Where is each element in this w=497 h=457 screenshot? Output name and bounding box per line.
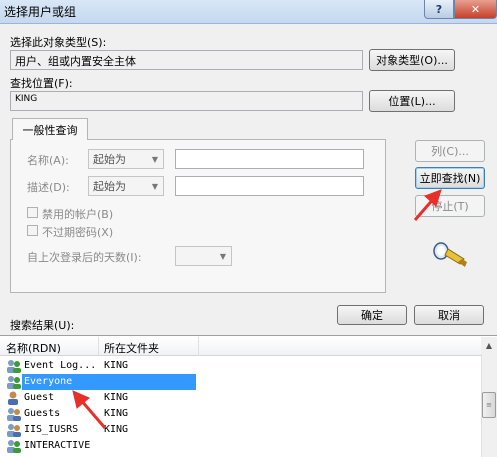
object-type-label: 选择此对象类型(S): [10,36,107,49]
name-operator-select[interactable]: 起始为 ▼ [88,149,164,169]
row-name: Guests [24,408,61,419]
name-input[interactable] [175,149,364,169]
row-name: Everyone [24,376,73,387]
locations-button[interactable]: 位置(L)... [369,90,455,112]
column-divider[interactable] [198,337,199,356]
table-row[interactable]: Event Log... KING [0,358,481,374]
table-row[interactable]: Guest KING [0,390,481,406]
column-header-name[interactable]: 名称(RDN) [6,340,61,356]
columns-button[interactable]: 列(C)... [415,140,485,162]
location-field: KING [10,91,363,111]
table-row[interactable]: Guests KING [0,406,481,422]
column-divider[interactable] [98,337,99,356]
table-row[interactable]: INTERACTIVE [0,438,481,454]
search-flashlight-icon [433,242,467,267]
table-row[interactable]: Everyone [0,374,481,390]
help-button[interactable]: ? [424,0,454,19]
name-label: 名称(A): [27,154,69,167]
chevron-down-icon: ▼ [151,181,159,191]
object-types-button[interactable]: 对象类型(O)... [369,49,455,71]
cancel-button[interactable]: 取消 [414,305,484,325]
chevron-down-icon: ▼ [219,251,227,261]
days-since-logon-label: 自上次登录后的天数(I): [27,251,142,264]
description-label: 描述(D): [27,181,70,194]
close-icon: ✕ [470,2,481,16]
days-since-logon-select[interactable]: ▼ [175,246,232,266]
row-folder: KING [104,392,129,403]
results-header [0,337,481,356]
name-operator-value: 起始为 [93,153,126,166]
user-group-icon [7,440,21,453]
ok-button[interactable]: 确定 [337,305,407,325]
location-label: 查找位置(F): [10,77,73,90]
question-icon: ? [435,2,443,16]
find-now-button[interactable]: 立即查找(N) [415,167,485,189]
close-button[interactable]: ✕ [454,0,497,19]
window-title: 选择用户或组 [4,5,77,19]
chevron-down-icon: ▼ [151,154,159,164]
object-type-field: 用户、组或内置安全主体 [10,50,363,70]
row-folder: KING [104,408,129,419]
disabled-accounts-label: 禁用的帐户(B) [42,208,114,221]
search-results-label: 搜索结果(U): [10,319,75,332]
user-group-icon [7,376,21,389]
user-group-icon [7,408,21,421]
non-expiring-password-checkbox[interactable] [27,225,38,236]
scroll-thumb[interactable]: ≡ [482,392,496,418]
user-group-icon [7,424,21,437]
description-input[interactable] [175,176,364,196]
row-name: Guest [24,392,55,403]
disabled-accounts-checkbox[interactable] [27,207,38,218]
tab-general-queries[interactable]: 一般性查询 [12,118,88,140]
row-name: Event Log... [24,360,97,371]
description-operator-value: 起始为 [93,180,126,193]
row-folder: KING [104,424,129,435]
row-folder: KING [104,360,129,371]
scroll-up-button[interactable]: ▲ [481,337,497,354]
row-name: INTERACTIVE [24,440,91,451]
row-name: IIS_IUSRS [24,424,79,435]
table-row[interactable]: IIS_IUSRS KING [0,422,481,438]
user-icon [8,391,18,405]
stop-button[interactable]: 停止(T) [415,195,485,217]
description-operator-select[interactable]: 起始为 ▼ [88,176,164,196]
non-expiring-password-label: 不过期密码(X) [42,226,114,239]
user-group-icon [7,360,21,373]
column-header-folder[interactable]: 所在文件夹 [104,340,159,356]
